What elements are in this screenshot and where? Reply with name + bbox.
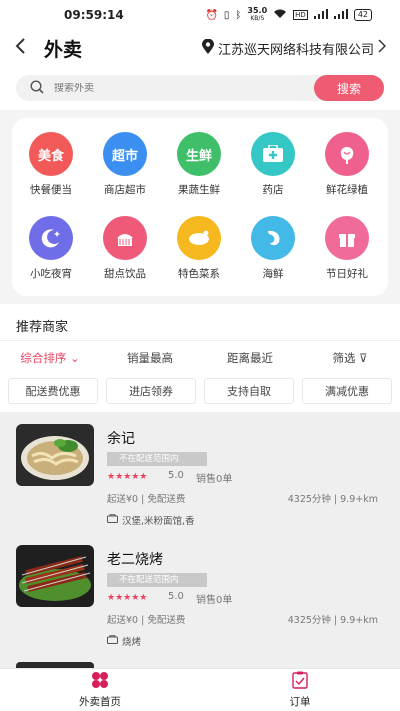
- sort-sales[interactable]: 销量最高: [100, 344, 200, 372]
- shop-name: 老二烧烤: [107, 552, 163, 568]
- shop-item[interactable]: 余记 不在配送范围内 ★★★★★ 5.0 销售0单 起送¥0 | 免配送费 43…: [0, 412, 400, 536]
- order-icon: [291, 671, 309, 692]
- network-speed: 35.0 KB/S: [247, 6, 268, 23]
- rating-score: 5.0: [168, 591, 184, 602]
- chevron-down-icon: ⌄: [66, 351, 80, 365]
- delivery-fee: 起送¥0 | 免配送费: [107, 494, 186, 505]
- alarm-icon: ⏰: [205, 9, 218, 21]
- shop-tag-icon: [107, 635, 118, 647]
- supermarket-icon: 超市: [103, 132, 147, 176]
- delivery-distance: 4325分钟 | 9.9+km: [287, 494, 378, 505]
- search-area: 搜索: [0, 66, 400, 110]
- location-text: 江苏巡天网络科技有限公司: [217, 42, 374, 58]
- category-fresh[interactable]: 生鲜 果蔬生鲜: [166, 132, 232, 197]
- category-pharmacy[interactable]: 药店: [240, 132, 306, 197]
- rating-stars: ★★★★★: [107, 472, 148, 482]
- shop-thumbnail: [16, 424, 94, 486]
- rating-stars: ★★★★★: [107, 593, 148, 603]
- hd-icon: HD: [293, 10, 308, 20]
- signal-icon: [313, 8, 328, 22]
- filter-delivery-discount[interactable]: 配送费优惠: [8, 378, 98, 404]
- filter-pickup[interactable]: 支持自取: [204, 378, 294, 404]
- rating-score: 5.0: [168, 470, 184, 481]
- status-icons: ⏰ ▯ ᛒ 35.0 KB/S HD 42: [205, 7, 372, 23]
- filter-coupon[interactable]: 进店领券: [106, 378, 196, 404]
- page-title: 外卖: [44, 38, 83, 61]
- shop-tags: 烧烤: [107, 634, 141, 648]
- category-desserts[interactable]: 甜点饮品: [92, 216, 158, 281]
- status-time: 09:59:14: [64, 8, 124, 22]
- shop-item[interactable]: 老二烧烤 不在配送范围内 ★★★★★ 5.0 销售0单 起送¥0 | 免配送费 …: [0, 533, 400, 657]
- wifi-icon: [273, 8, 287, 22]
- sort-filter[interactable]: 筛选 ⊽: [300, 344, 400, 372]
- delivery-status-badge: 不在配送范围内: [107, 573, 207, 587]
- shop-tags: 汉堡,米粉面馆,香: [107, 513, 195, 527]
- chevron-left-icon[interactable]: [14, 36, 38, 60]
- category-seafood[interactable]: 海鲜: [240, 216, 306, 281]
- search-bar: 搜索: [16, 75, 384, 101]
- moon-icon: [29, 216, 73, 260]
- shop-tag-icon: [107, 514, 118, 526]
- category-flowers[interactable]: 鲜花绿植: [314, 132, 380, 197]
- bluetooth-icon: ᛒ: [235, 9, 242, 21]
- category-night-snacks[interactable]: 小吃夜宵: [18, 216, 84, 281]
- cake-icon: [103, 216, 147, 260]
- category-supermarket[interactable]: 超市 商店超市: [92, 132, 158, 197]
- fresh-produce-icon: 生鲜: [177, 132, 221, 176]
- search-button[interactable]: 搜索: [314, 75, 384, 101]
- vibrate-icon: ▯: [223, 9, 230, 21]
- status-bar: 09:59:14 ⏰ ▯ ᛒ 35.0 KB/S HD 42: [0, 0, 400, 30]
- takeout-home-icon: [91, 671, 109, 692]
- filter-discount[interactable]: 满减优惠: [302, 378, 392, 404]
- signal-icon-2: [333, 8, 348, 22]
- battery-icon: 42: [353, 9, 372, 21]
- delivery-fee: 起送¥0 | 免配送费: [107, 615, 186, 626]
- location-selector[interactable]: 江苏巡天网络科技有限公司: [201, 38, 387, 58]
- roast-chicken-icon: [177, 216, 221, 260]
- category-specialty[interactable]: 特色菜系: [166, 216, 232, 281]
- top-header: 外卖 江苏巡天网络科技有限公司: [0, 30, 400, 66]
- sales-count: 销售0单: [196, 474, 233, 485]
- tab-orders[interactable]: 订单: [200, 669, 400, 711]
- category-fast-food[interactable]: 美食 快餐便当: [18, 132, 84, 197]
- sort-distance[interactable]: 距离最近: [200, 344, 300, 372]
- chevron-right-icon: [378, 39, 387, 57]
- tab-takeout-home[interactable]: 外卖首页: [0, 669, 200, 711]
- search-icon: [30, 79, 44, 98]
- shop-name: 余记: [107, 431, 135, 447]
- sort-comprehensive[interactable]: 综合排序 ⌄: [0, 344, 100, 372]
- fast-food-icon: 美食: [29, 132, 73, 176]
- delivery-distance: 4325分钟 | 9.9+km: [287, 615, 378, 626]
- bottom-tab-bar: 外卖首页 订单: [0, 668, 400, 711]
- divider: [0, 340, 400, 341]
- delivery-status-badge: 不在配送范围内: [107, 452, 207, 466]
- shop-list: 余记 不在配送范围内 ★★★★★ 5.0 销售0单 起送¥0 | 免配送费 43…: [0, 412, 400, 668]
- gift-icon: [325, 216, 369, 260]
- sales-count: 销售0单: [196, 595, 233, 606]
- category-gifts[interactable]: 节日好礼: [314, 216, 380, 281]
- filter-icon: ⊽: [355, 351, 368, 365]
- search-input[interactable]: [54, 82, 274, 94]
- shrimp-icon: [251, 216, 295, 260]
- recommend-title: 推荐商家: [16, 320, 69, 335]
- filter-chips: 配送费优惠 进店领券 支持自取 满减优惠: [8, 378, 392, 404]
- flower-icon: [325, 132, 369, 176]
- sort-bar: 综合排序 ⌄ 销量最高 距离最近 筛选 ⊽: [0, 344, 400, 372]
- recommend-section: 推荐商家 综合排序 ⌄ 销量最高 距离最近 筛选 ⊽ 配送费优惠 进店领券 支持…: [0, 304, 400, 412]
- shop-thumbnail: [16, 545, 94, 607]
- location-pin-icon: [201, 38, 214, 58]
- medicine-kit-icon: [251, 132, 295, 176]
- category-grid: 美食 快餐便当 超市 商店超市 生鲜 果蔬生鲜 药店 鲜花绿植 小吃夜宵 甜点饮…: [12, 118, 388, 296]
